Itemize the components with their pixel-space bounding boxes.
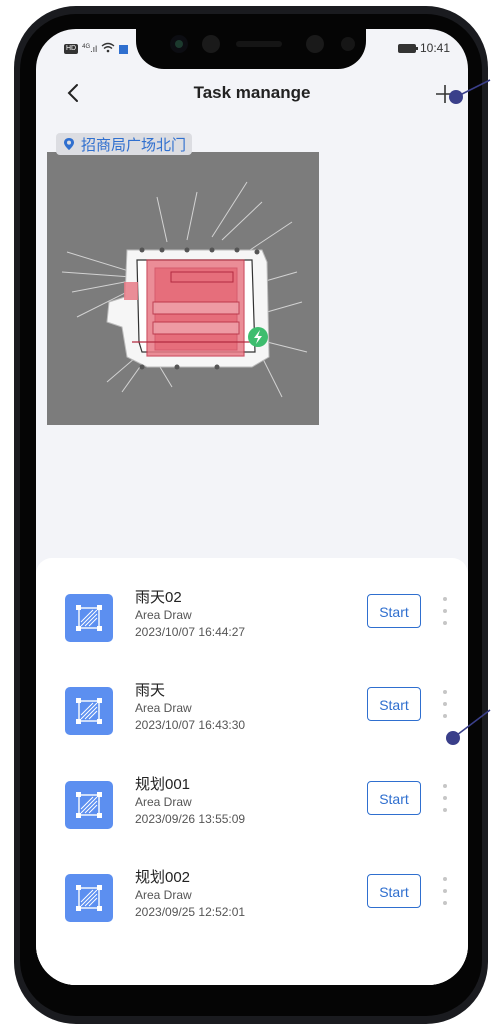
page-title: Task manange xyxy=(193,83,311,102)
bottom-safe-area xyxy=(36,951,468,985)
task-name: 规划002 xyxy=(135,869,191,886)
status-time: 10:41 xyxy=(419,41,450,55)
status-right: 10:41 xyxy=(397,41,450,55)
start-button[interactable]: Start xyxy=(367,594,421,628)
app-screen: HD 4G.ıl 10:41 Task manange 招商局广场北门 雨天02… xyxy=(36,29,468,985)
task-type: Area Draw xyxy=(135,701,192,715)
site-map[interactable] xyxy=(47,152,319,425)
location-pin-icon xyxy=(64,138,74,150)
area-draw-icon xyxy=(65,874,113,922)
network-type: 4G xyxy=(82,44,91,50)
task-date: 2023/09/26 13:55:09 xyxy=(135,812,246,826)
proximity-sensor-icon xyxy=(341,37,355,51)
area-draw-icon xyxy=(65,687,113,735)
front-camera-icon xyxy=(170,35,188,53)
task-area-band-3 xyxy=(152,321,240,335)
task-list-panel: 雨天02 Area Draw 2023/10/07 16:44:27 Start… xyxy=(36,558,468,985)
battery-icon xyxy=(397,43,418,53)
camera-notch xyxy=(136,29,366,69)
notification-icon xyxy=(119,44,129,54)
map-canvas xyxy=(47,152,319,425)
task-date: 2023/09/25 12:52:01 xyxy=(135,905,246,919)
task-area-small xyxy=(124,282,138,300)
task-type: Area Draw xyxy=(135,888,192,902)
cellular-signal-icon: 4G.ıl xyxy=(82,44,98,54)
annotation-pointer-more xyxy=(446,709,491,745)
task-type: Area Draw xyxy=(135,795,192,809)
more-options-icon[interactable] xyxy=(440,874,450,908)
status-left: HD 4G.ıl xyxy=(64,42,129,56)
task-date: 2023/10/07 16:43:30 xyxy=(135,718,246,732)
more-options-icon[interactable] xyxy=(440,594,450,628)
area-draw-icon xyxy=(65,781,113,829)
task-name: 雨天 xyxy=(135,682,166,699)
start-button[interactable]: Start xyxy=(367,687,421,721)
annotation-pointer-add xyxy=(449,79,491,104)
face-sensor-icon xyxy=(306,35,324,53)
task-item[interactable]: 雨天 Area Draw 2023/10/07 16:43:30 Start xyxy=(36,679,468,769)
sensor-icon xyxy=(202,35,220,53)
task-date: 2023/10/07 16:44:27 xyxy=(135,625,246,639)
task-name: 规划001 xyxy=(135,776,191,793)
app-header: Task manange xyxy=(36,77,468,111)
task-item[interactable]: 规划001 Area Draw 2023/09/26 13:55:09 Star… xyxy=(36,773,468,863)
task-name: 雨天02 xyxy=(135,589,182,606)
earpiece-speaker xyxy=(236,41,282,47)
task-area-band-2 xyxy=(152,301,240,315)
start-button[interactable]: Start xyxy=(367,781,421,815)
task-type: Area Draw xyxy=(135,608,192,622)
location-name: 招商局广场北门 xyxy=(81,136,187,154)
hd-badge: HD xyxy=(64,44,79,54)
task-item[interactable]: 规划002 Area Draw 2023/09/25 12:52:01 Star… xyxy=(36,866,468,956)
more-options-icon[interactable] xyxy=(440,781,450,815)
start-button[interactable]: Start xyxy=(367,874,421,908)
task-item[interactable]: 雨天02 Area Draw 2023/10/07 16:44:27 Start xyxy=(36,586,468,676)
location-badge[interactable]: 招商局广场北门 xyxy=(56,133,193,155)
area-draw-icon xyxy=(65,594,113,642)
wifi-icon xyxy=(101,42,115,56)
